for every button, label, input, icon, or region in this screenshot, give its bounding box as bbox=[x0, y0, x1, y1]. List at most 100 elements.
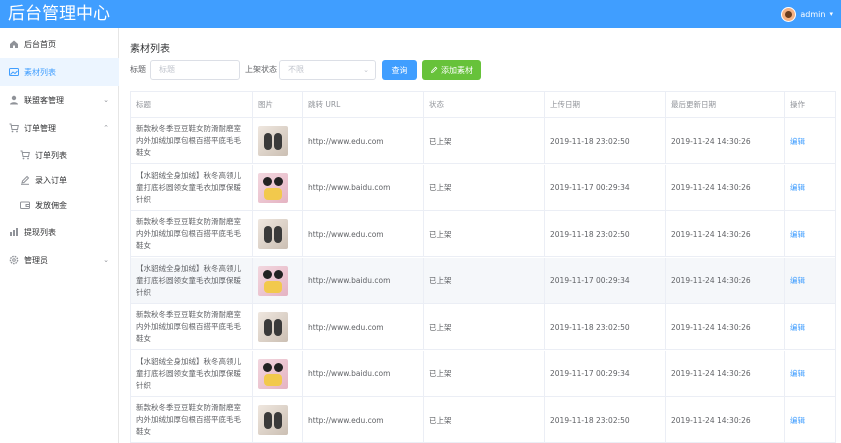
cell-updated-date: 2019-11-24 14:30:26 bbox=[666, 118, 785, 164]
add-material-button[interactable]: 添加素材 bbox=[422, 60, 481, 80]
cell-status-text: 已上架 bbox=[429, 183, 452, 192]
sidebar-item-affiliates[interactable]: 联盟客管理 ⌄ bbox=[0, 86, 119, 114]
edit-link[interactable]: 编辑 bbox=[790, 275, 805, 286]
edit-link[interactable]: 编辑 bbox=[790, 182, 805, 193]
query-button[interactable]: 查询 bbox=[382, 60, 417, 80]
cell-updated-date: 2019-11-24 14:30:26 bbox=[666, 350, 785, 397]
cell-actions: 编辑 bbox=[785, 118, 835, 164]
top-bar: 后台管理中心 admin ▾ bbox=[0, 0, 841, 28]
edit-link[interactable]: 编辑 bbox=[790, 322, 805, 333]
product-thumbnail[interactable] bbox=[258, 405, 288, 435]
sidebar-item-label: 订单列表 bbox=[35, 150, 67, 160]
product-thumbnail[interactable] bbox=[258, 358, 288, 389]
cell-upload-date-text: 2019-11-18 23:02:50 bbox=[550, 136, 630, 146]
cell-title-text: 【水貂绒全身加绒】秋冬高领儿童打底衫圆领女童毛衣加厚保暖针织 bbox=[136, 356, 241, 390]
cell-title-text: 新款秋冬季豆豆鞋女防滑耐磨室内外加绒加厚包根百搭平底毛毛鞋女 bbox=[136, 310, 241, 343]
cell-status-text: 已上架 bbox=[429, 415, 452, 425]
cell-title: 新款秋冬季豆豆鞋女防滑耐磨室内外加绒加厚包根百搭平底毛毛鞋女 bbox=[131, 304, 253, 350]
cell-status: 已上架 bbox=[424, 211, 545, 257]
title-filter-label: 标题 bbox=[130, 65, 146, 74]
materials-table: 标题 图片 跳转 URL 状态 上传日期 最后更新日期 操作 新款秋冬季豆豆鞋女… bbox=[130, 91, 836, 443]
cell-title: 【水貂绒全身加绒】秋冬高领儿童打底衫圆领女童毛衣加厚保暖针织 bbox=[131, 164, 253, 211]
main-content: 素材列表 标题 标题 上架状态 不限 ⌄ 查询 添加素材 标题 图片 跳转 UR… bbox=[120, 28, 841, 443]
cell-status: 已上架 bbox=[424, 118, 545, 164]
avatar[interactable] bbox=[781, 6, 797, 22]
sidebar-item-order-list[interactable]: 订单列表 bbox=[0, 141, 119, 169]
cell-status: 已上架 bbox=[424, 257, 545, 304]
chevron-down-icon: ⌄ bbox=[103, 256, 109, 264]
cell-title-text: 新款秋冬季豆豆鞋女防滑耐磨室内外加绒加厚包根百搭平底毛毛鞋女 bbox=[136, 124, 241, 157]
chevron-down-icon: ⌄ bbox=[103, 96, 109, 104]
edit-link[interactable]: 编辑 bbox=[790, 415, 805, 426]
product-thumbnail[interactable] bbox=[258, 172, 288, 203]
column-header-updated-date[interactable]: 最后更新日期 bbox=[666, 92, 785, 118]
cell-updated-date: 2019-11-24 14:30:26 bbox=[666, 211, 785, 257]
cell-upload-date: 2019-11-18 23:02:50 bbox=[545, 397, 666, 443]
cell-image bbox=[253, 118, 303, 164]
status-select-value: 不限 bbox=[288, 65, 304, 74]
cell-upload-date-text: 2019-11-17 00:29:34 bbox=[550, 276, 630, 285]
cart-icon bbox=[20, 150, 30, 160]
sidebar-item-commission[interactable]: 发放佣金 bbox=[0, 191, 119, 219]
sidebar-item-home[interactable]: 后台首页 bbox=[0, 30, 119, 58]
status-select[interactable]: 不限 ⌄ bbox=[279, 60, 376, 80]
cell-url-text: http://www.edu.com bbox=[308, 322, 384, 332]
user-icon bbox=[9, 95, 19, 105]
cell-actions: 编辑 bbox=[785, 351, 835, 397]
user-menu[interactable]: admin ▾ bbox=[781, 6, 833, 22]
chevron-down-icon: ⌄ bbox=[363, 66, 369, 74]
user-name[interactable]: admin bbox=[800, 10, 825, 19]
cell-upload-date-text: 2019-11-18 23:02:50 bbox=[550, 322, 630, 332]
cell-image bbox=[253, 350, 303, 397]
column-header-url[interactable]: 跳转 URL bbox=[303, 92, 424, 118]
table-row: 【水貂绒全身加绒】秋冬高领儿童打底衫圆领女童毛衣加厚保暖针织 http://www… bbox=[131, 257, 835, 304]
cell-updated-date-text: 2019-11-24 14:30:26 bbox=[671, 322, 751, 332]
cell-status: 已上架 bbox=[424, 397, 545, 443]
column-header-status[interactable]: 状态 bbox=[424, 92, 545, 118]
cell-upload-date: 2019-11-18 23:02:50 bbox=[545, 118, 666, 164]
cell-url: http://www.edu.com bbox=[303, 211, 424, 257]
sidebar-item-label: 订单管理 bbox=[24, 123, 56, 133]
edit-link[interactable]: 编辑 bbox=[790, 136, 805, 147]
column-header-image[interactable]: 图片 bbox=[253, 92, 303, 118]
status-filter-label: 上架状态 bbox=[245, 65, 277, 74]
product-thumbnail[interactable] bbox=[258, 265, 288, 296]
title-search-input[interactable]: 标题 bbox=[150, 60, 240, 80]
cell-status: 已上架 bbox=[424, 164, 545, 211]
sidebar-item-enter-order[interactable]: 录入订单 bbox=[0, 166, 119, 194]
cell-title-text: 新款秋冬季豆豆鞋女防滑耐磨室内外加绒加厚包根百搭平底毛毛鞋女 bbox=[136, 217, 241, 250]
product-thumbnail[interactable] bbox=[258, 126, 288, 156]
cell-upload-date: 2019-11-17 00:29:34 bbox=[545, 164, 666, 211]
sidebar-item-admin[interactable]: 管理员 ⌄ bbox=[0, 246, 119, 274]
sidebar-item-orders[interactable]: 订单管理 ⌃ bbox=[0, 114, 119, 142]
column-header-upload-date[interactable]: 上传日期 bbox=[545, 92, 666, 118]
product-thumbnail[interactable] bbox=[258, 312, 288, 342]
chevron-down-icon[interactable]: ▾ bbox=[829, 10, 833, 18]
sidebar-item-label: 发放佣金 bbox=[35, 200, 67, 210]
cell-actions: 编辑 bbox=[785, 165, 835, 211]
table-row: 新款秋冬季豆豆鞋女防滑耐磨室内外加绒加厚包根百搭平底毛毛鞋女 http://www… bbox=[131, 211, 835, 257]
cell-updated-date-text: 2019-11-24 14:30:26 bbox=[671, 229, 751, 239]
cell-actions: 编辑 bbox=[785, 304, 835, 350]
add-material-label: 添加素材 bbox=[441, 65, 473, 75]
table-row: 【水貂绒全身加绒】秋冬高领儿童打底衫圆领女童毛衣加厚保暖针织 http://www… bbox=[131, 350, 835, 397]
sidebar-item-withdrawals[interactable]: 提现列表 bbox=[0, 218, 119, 246]
cell-updated-date: 2019-11-24 14:30:26 bbox=[666, 257, 785, 304]
cell-url-text: http://www.baidu.com bbox=[308, 276, 391, 285]
cell-upload-date-text: 2019-11-18 23:02:50 bbox=[550, 415, 630, 425]
sidebar: 后台首页 素材列表 联盟客管理 ⌄ 订单管理 ⌃ 订单列表 录入订单 发放佣金 … bbox=[0, 28, 119, 443]
gear-icon bbox=[9, 255, 19, 265]
edit-link[interactable]: 编辑 bbox=[790, 229, 805, 240]
product-thumbnail[interactable] bbox=[258, 219, 288, 249]
cell-title: 【水貂绒全身加绒】秋冬高领儿童打底衫圆领女童毛衣加厚保暖针织 bbox=[131, 257, 253, 304]
cell-image bbox=[253, 397, 303, 443]
cell-url: http://www.baidu.com bbox=[303, 350, 424, 397]
cell-url: http://www.baidu.com bbox=[303, 164, 424, 211]
column-header-title[interactable]: 标题 bbox=[131, 92, 253, 118]
cell-status: 已上架 bbox=[424, 350, 545, 397]
sidebar-item-materials[interactable]: 素材列表 bbox=[0, 58, 119, 86]
chart-icon bbox=[9, 227, 19, 237]
column-header-actions[interactable]: 操作 bbox=[785, 92, 835, 118]
cell-status-text: 已上架 bbox=[429, 276, 452, 285]
edit-link[interactable]: 编辑 bbox=[790, 368, 805, 379]
